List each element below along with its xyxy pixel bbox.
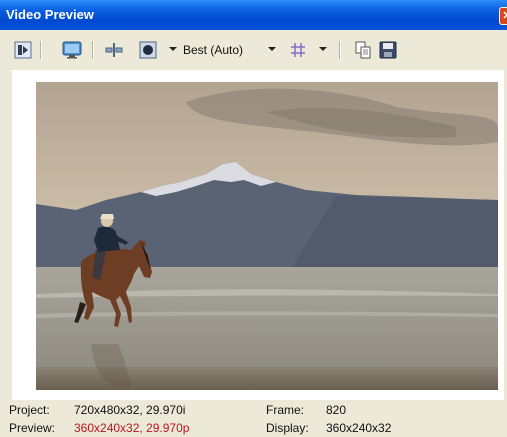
toolbar-separator bbox=[40, 41, 42, 59]
toolbar-separator bbox=[339, 41, 341, 59]
video-frame bbox=[36, 82, 498, 390]
save-snapshot-button[interactable] bbox=[378, 39, 398, 61]
save-snapshot-icon bbox=[379, 41, 397, 59]
project-label: Project: bbox=[9, 403, 50, 417]
close-icon: ✕ bbox=[502, 10, 507, 22]
copy-snapshot-icon bbox=[355, 41, 371, 59]
frame-label: Frame: bbox=[266, 403, 305, 417]
toolbar: Best (Auto) bbox=[0, 30, 507, 70]
quality-dropdown-arrow[interactable] bbox=[268, 47, 276, 51]
overlays-dropdown-arrow[interactable] bbox=[169, 47, 177, 51]
close-button[interactable]: ✕ bbox=[499, 7, 507, 25]
preview-quality-select[interactable]: Best (Auto) bbox=[183, 43, 243, 57]
preview-value: 360x240x32, 29.970p bbox=[74, 421, 190, 435]
split-screen-button[interactable] bbox=[104, 39, 124, 61]
grid-button[interactable] bbox=[288, 39, 308, 61]
split-screen-icon bbox=[105, 43, 123, 57]
display-label: Display: bbox=[266, 421, 309, 435]
external-monitor-icon bbox=[62, 41, 82, 59]
project-value: 720x480x32, 29.970i bbox=[74, 403, 186, 417]
preview-settings-icon bbox=[14, 41, 32, 59]
overlays-button[interactable] bbox=[137, 39, 159, 61]
frame-value: 820 bbox=[326, 403, 347, 417]
title-bar[interactable]: Video Preview ✕ bbox=[0, 0, 507, 30]
preview-label: Preview: bbox=[9, 421, 56, 435]
external-monitor-button[interactable] bbox=[60, 39, 84, 61]
overlays-icon bbox=[139, 41, 157, 59]
copy-snapshot-button[interactable] bbox=[353, 39, 373, 61]
display-value: 360x240x32 bbox=[326, 421, 392, 435]
status-bar: Project: 720x480x32, 29.970i Preview: 36… bbox=[0, 400, 507, 437]
preview-settings-button[interactable] bbox=[12, 39, 34, 61]
grid-dropdown-arrow[interactable] bbox=[319, 47, 327, 51]
video-preview-area[interactable] bbox=[12, 70, 504, 400]
window-title: Video Preview bbox=[6, 7, 94, 22]
toolbar-separator bbox=[92, 41, 94, 59]
grid-icon bbox=[291, 43, 305, 57]
